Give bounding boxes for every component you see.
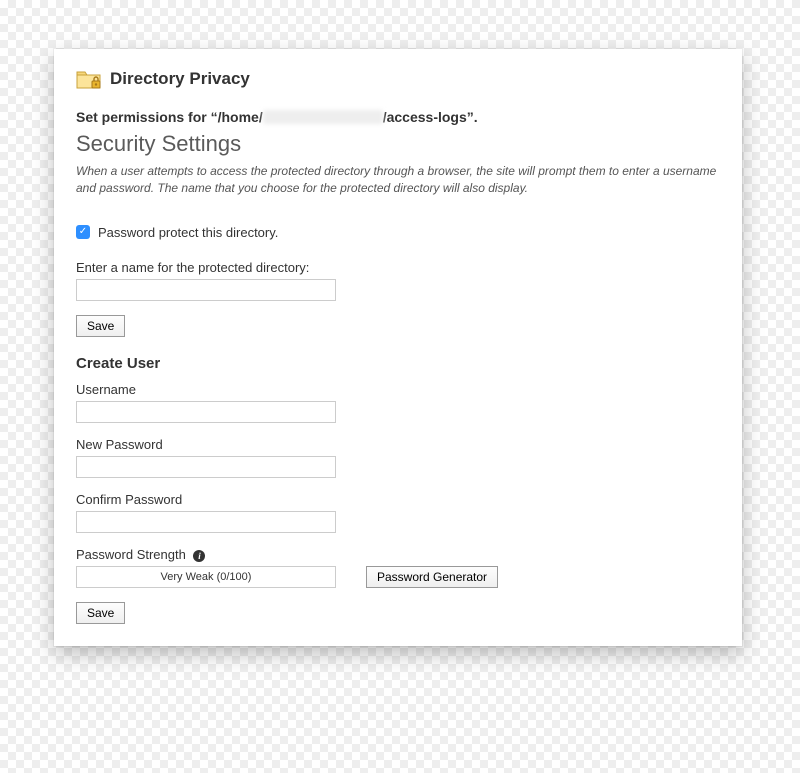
password-strength-label: Password Strength (76, 547, 186, 562)
username-input[interactable] (76, 401, 336, 423)
password-strength-block: Password Strength i Very Weak (0/100) Pa… (76, 547, 720, 588)
create-user-save-button[interactable]: Save (76, 602, 125, 624)
password-protect-row: ✓ Password protect this directory. (76, 225, 720, 240)
folder-lock-icon (76, 67, 102, 91)
security-settings-heading: Security Settings (76, 131, 720, 157)
info-icon[interactable]: i (193, 550, 205, 562)
password-strength-meter: Very Weak (0/100) (76, 566, 336, 588)
panel-title: Directory Privacy (110, 69, 250, 89)
confirm-password-field: Confirm Password (76, 492, 720, 533)
permissions-path: Set permissions for “/home/ /access-logs”… (76, 109, 720, 125)
confirm-password-input[interactable] (76, 511, 336, 533)
password-strength-text: Very Weak (0/100) (161, 571, 252, 583)
password-protect-checkbox[interactable]: ✓ (76, 225, 90, 239)
permissions-suffix: /access-logs”. (383, 109, 478, 125)
security-settings-hint: When a user attempts to access the prote… (76, 163, 720, 197)
create-user-heading: Create User (76, 355, 720, 372)
new-password-field: New Password (76, 437, 720, 478)
new-password-label: New Password (76, 437, 720, 452)
directory-name-field: Enter a name for the protected directory… (76, 260, 720, 301)
directory-name-input[interactable] (76, 279, 336, 301)
permissions-prefix: Set permissions for “/home/ (76, 109, 263, 125)
directory-privacy-panel: Directory Privacy Set permissions for “/… (54, 49, 742, 646)
save-button[interactable]: Save (76, 315, 125, 337)
redacted-segment (263, 110, 383, 124)
password-protect-label: Password protect this directory. (98, 225, 278, 240)
username-field: Username (76, 382, 720, 423)
new-password-input[interactable] (76, 456, 336, 478)
username-label: Username (76, 382, 720, 397)
panel-header: Directory Privacy (76, 67, 720, 91)
directory-name-label: Enter a name for the protected directory… (76, 260, 720, 275)
password-generator-button[interactable]: Password Generator (366, 566, 498, 588)
confirm-password-label: Confirm Password (76, 492, 720, 507)
